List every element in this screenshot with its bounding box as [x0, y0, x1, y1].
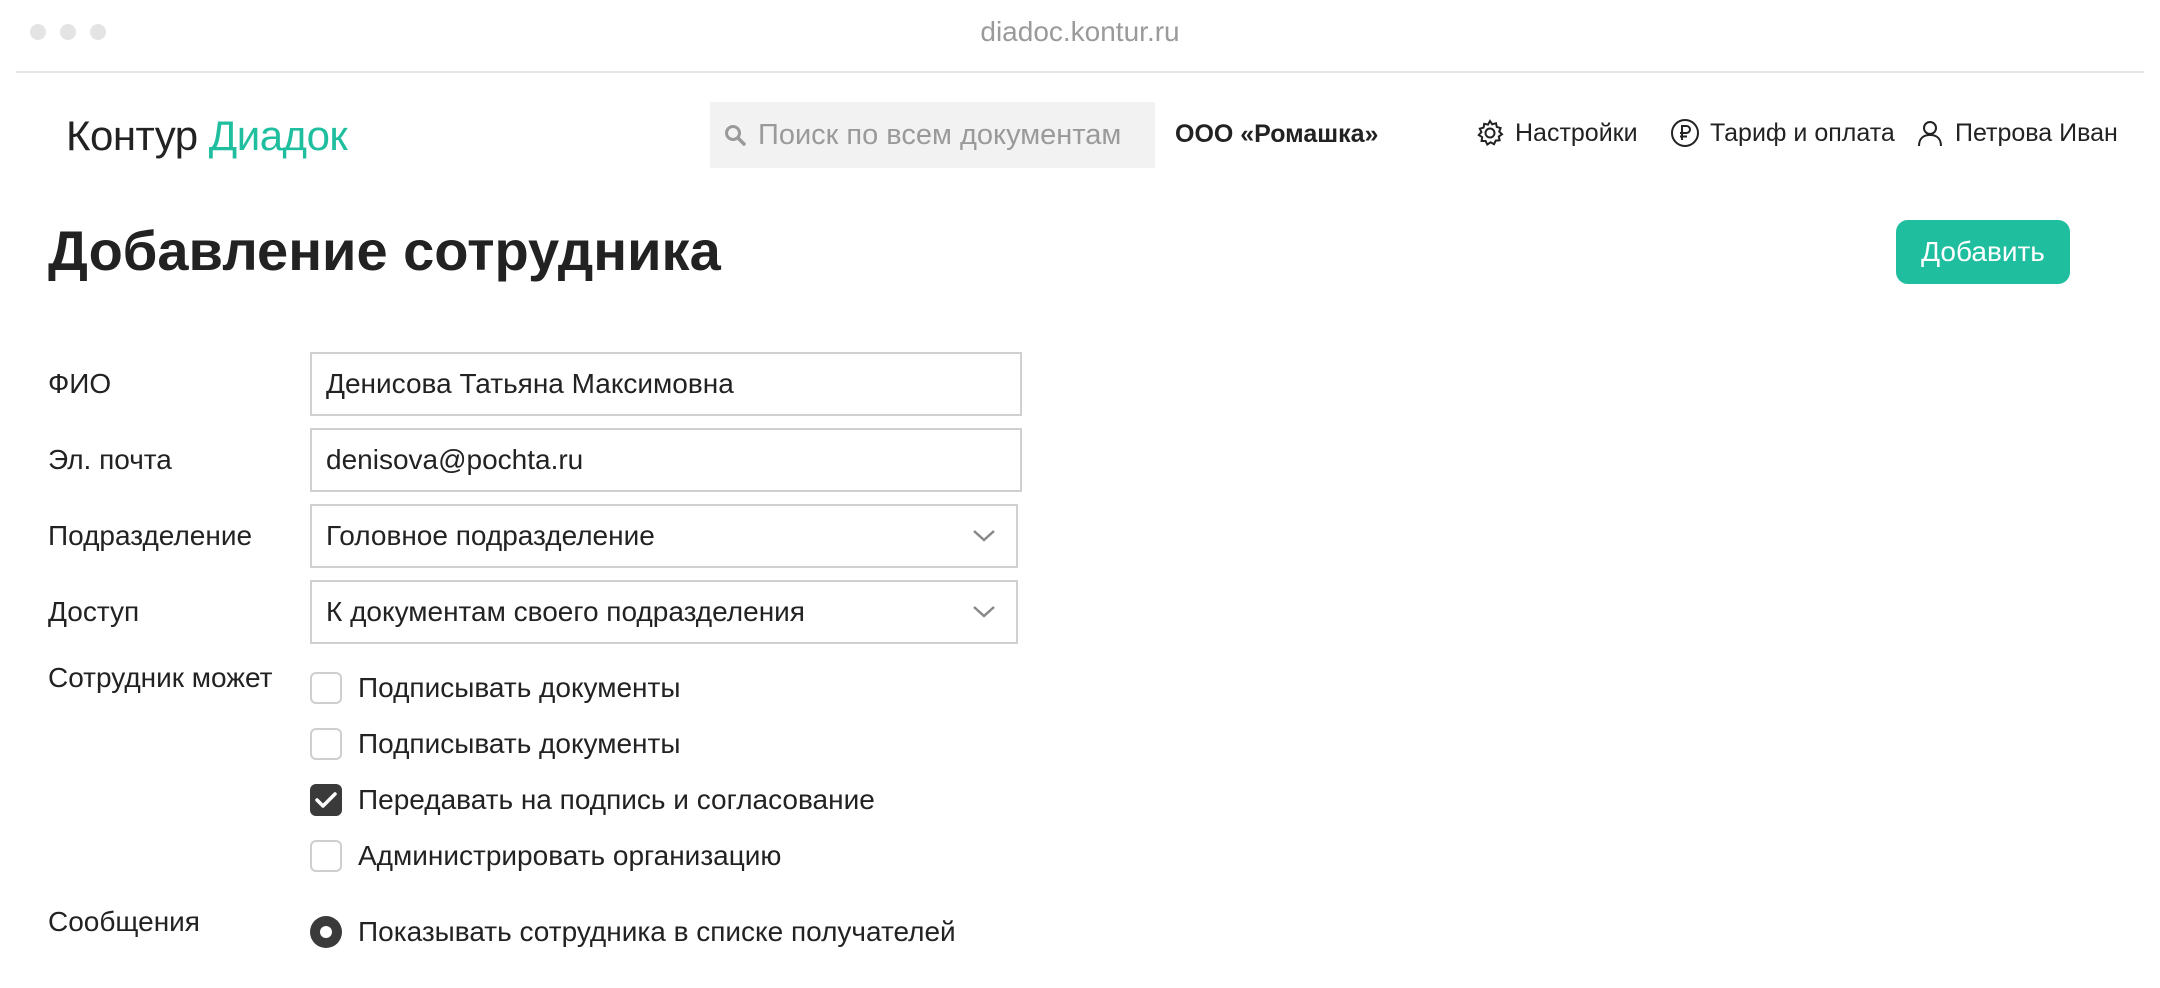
checkbox-label: Передавать на подпись и согласование	[358, 784, 875, 815]
permission-checkbox-row[interactable]: Подписывать документы	[310, 672, 680, 704]
email-value: denisova@pochta.ru	[326, 444, 584, 475]
checkbox-checked[interactable]	[310, 784, 342, 816]
app-header: Контур Диадок ООО «Ромашка» Настройки Та…	[0, 102, 2160, 168]
messages-label: Сообщения	[48, 906, 200, 937]
fio-label: ФИО	[48, 368, 112, 399]
settings-link[interactable]: Настройки	[1475, 118, 1638, 148]
access-value: К документам своего подразделения	[326, 596, 805, 627]
tariff-label: Тариф и оплата	[1710, 118, 1895, 147]
browser-titlebar: diadoc.kontur.ru	[0, 0, 2160, 73]
url-text[interactable]: diadoc.kontur.ru	[0, 16, 2160, 48]
messages-radio-row[interactable]: Показывать сотрудника в списке получател…	[310, 916, 956, 948]
access-select[interactable]: К документам своего подразделения	[310, 580, 1018, 644]
checkbox-label: Администрировать организацию	[358, 840, 782, 871]
fio-field[interactable]: Денисова Татьяна Максимовна	[310, 352, 1022, 416]
ruble-icon	[1671, 119, 1699, 147]
logo[interactable]: Контур Диадок	[66, 112, 348, 160]
checkbox-label: Подписывать документы	[358, 672, 681, 703]
search-box[interactable]	[710, 102, 1155, 168]
checkbox[interactable]	[310, 728, 342, 760]
permission-checkbox-row[interactable]: Передавать на подпись и согласование	[310, 784, 875, 816]
fio-value: Денисова Татьяна Максимовна	[326, 368, 734, 399]
checkmark-icon	[315, 792, 337, 808]
logo-diadoc: Диадок	[208, 112, 348, 159]
search-input[interactable]	[758, 118, 1138, 152]
email-label: Эл. почта	[48, 444, 172, 475]
radio-selected[interactable]	[310, 916, 342, 948]
organization-switcher[interactable]: ООО «Ромашка»	[1175, 120, 1378, 149]
permissions-label: Сотрудник может	[48, 662, 273, 693]
settings-label: Настройки	[1515, 118, 1638, 147]
email-field[interactable]: denisova@pochta.ru	[310, 428, 1022, 492]
logo-kontur: Контур	[66, 112, 198, 159]
user-icon	[1918, 121, 1942, 147]
department-label: Подразделение	[48, 520, 253, 551]
checkbox[interactable]	[310, 840, 342, 872]
add-button[interactable]: Добавить	[1896, 220, 2070, 284]
department-value: Головное подразделение	[326, 520, 655, 551]
checkbox[interactable]	[310, 672, 342, 704]
radio-label: Показывать сотрудника в списке получател…	[358, 916, 956, 947]
gear-icon	[1477, 119, 1504, 146]
permission-checkbox-row[interactable]: Подписывать документы	[310, 728, 680, 760]
titlebar-divider	[16, 71, 2144, 73]
chevron-down-icon	[973, 530, 995, 542]
tariff-link[interactable]: Тариф и оплата	[1670, 118, 1895, 148]
access-label: Доступ	[48, 596, 140, 627]
department-select[interactable]: Головное подразделение	[310, 504, 1018, 568]
user-name: Петрова Иван	[1955, 118, 2118, 147]
page-title: Добавление сотрудника	[48, 219, 721, 282]
search-icon	[725, 125, 746, 146]
checkbox-label: Подписывать документы	[358, 728, 681, 759]
chevron-down-icon	[973, 606, 995, 618]
user-menu[interactable]: Петрова Иван	[1915, 118, 2118, 148]
permission-checkbox-row[interactable]: Администрировать организацию	[310, 840, 781, 872]
